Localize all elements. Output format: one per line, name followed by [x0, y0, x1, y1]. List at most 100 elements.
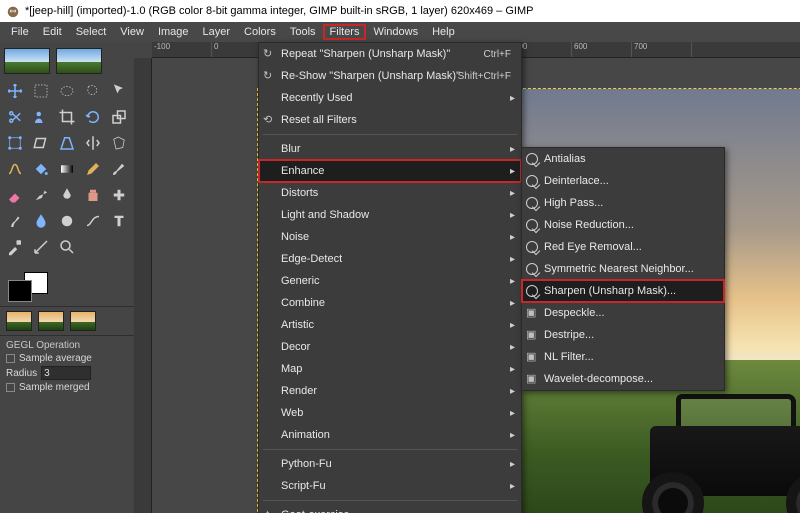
mi-noise[interactable]: Noise▸ [259, 226, 521, 248]
mi-despeckle[interactable]: ▣Despeckle... [522, 302, 724, 324]
menu-edit[interactable]: Edit [36, 24, 69, 40]
mi-destripe[interactable]: ▣Destripe... [522, 324, 724, 346]
paintbrush-icon[interactable] [106, 156, 132, 182]
scale-icon[interactable] [106, 104, 132, 130]
bucket-icon[interactable] [28, 156, 54, 182]
cage-icon[interactable] [106, 130, 132, 156]
text-icon[interactable] [106, 208, 132, 234]
fuzzy-select-icon[interactable] [106, 78, 132, 104]
mi-deinterlace[interactable]: Deinterlace... [522, 170, 724, 192]
mi-blur[interactable]: Blur▸ [259, 138, 521, 160]
mi-decor[interactable]: Decor▸ [259, 336, 521, 358]
gimp-logo-icon [6, 4, 20, 18]
filters-menu[interactable]: ↻Repeat "Sharpen (Unsharp Mask)"Ctrl+F ↻… [258, 42, 522, 513]
mi-enhance[interactable]: Enhance▸ [259, 160, 521, 182]
mi-reset[interactable]: ⟲Reset all Filters [259, 109, 521, 131]
tool-options-header: GEGL Operation [6, 340, 128, 351]
mi-label: Despeckle... [544, 307, 605, 319]
mi-label: Python-Fu [281, 458, 332, 470]
menu-file[interactable]: File [4, 24, 36, 40]
menu-tools[interactable]: Tools [283, 24, 323, 40]
color-picker-icon[interactable] [2, 234, 28, 260]
mi-distorts[interactable]: Distorts▸ [259, 182, 521, 204]
scissors-icon[interactable] [2, 104, 28, 130]
mi-scriptfu[interactable]: Script-Fu▸ [259, 475, 521, 497]
preview-thumb-3[interactable] [70, 311, 96, 331]
ruler-tick: -100 [152, 42, 212, 57]
ink-icon[interactable] [54, 182, 80, 208]
mi-animation[interactable]: Animation▸ [259, 424, 521, 446]
mi-reshow[interactable]: ↻Re-Show "Sharpen (Unsharp Mask)"Shift+C… [259, 65, 521, 87]
thumbnail-1[interactable] [4, 48, 50, 74]
heal-icon[interactable] [106, 182, 132, 208]
dodge-icon[interactable] [54, 208, 80, 234]
plugin-icon: ▣ [526, 328, 540, 342]
mi-artistic[interactable]: Artistic▸ [259, 314, 521, 336]
mi-antialias[interactable]: Antialias [522, 148, 724, 170]
free-select-icon[interactable] [80, 78, 106, 104]
sample-merged-checkbox[interactable] [6, 383, 15, 392]
menu-view[interactable]: View [113, 24, 151, 40]
smudge-icon[interactable] [2, 208, 28, 234]
perspective-icon[interactable] [54, 130, 80, 156]
pencil-icon[interactable] [80, 156, 106, 182]
path-icon[interactable] [80, 208, 106, 234]
bg-color-swatch[interactable] [8, 280, 32, 302]
gegl-icon [526, 218, 540, 232]
mi-goat[interactable]: ✦Goat-exercise [259, 504, 521, 513]
mi-label: Noise Reduction... [544, 219, 634, 231]
mi-recent[interactable]: Recently Used▸ [259, 87, 521, 109]
menu-help[interactable]: Help [425, 24, 462, 40]
gradient-icon[interactable] [54, 156, 80, 182]
airbrush-icon[interactable] [28, 182, 54, 208]
menu-select[interactable]: Select [69, 24, 114, 40]
color-swatches[interactable] [0, 262, 134, 306]
mi-light[interactable]: Light and Shadow▸ [259, 204, 521, 226]
mi-snn[interactable]: Symmetric Nearest Neighbor... [522, 258, 724, 280]
blur-icon[interactable] [28, 208, 54, 234]
preview-thumb-1[interactable] [6, 311, 32, 331]
mi-red-eye[interactable]: Red Eye Removal... [522, 236, 724, 258]
tool-options: GEGL Operation Sample average Radius Sam… [0, 336, 134, 399]
mi-combine[interactable]: Combine▸ [259, 292, 521, 314]
mi-pythonfu[interactable]: Python-Fu▸ [259, 453, 521, 475]
mi-nlfilter[interactable]: ▣NL Filter... [522, 346, 724, 368]
mi-noise-reduction[interactable]: Noise Reduction... [522, 214, 724, 236]
sample-average-checkbox[interactable] [6, 354, 15, 363]
foreground-select-icon[interactable] [28, 104, 54, 130]
mi-wavelet[interactable]: ▣Wavelet-decompose... [522, 368, 724, 390]
shear-icon[interactable] [28, 130, 54, 156]
mi-edge[interactable]: Edge-Detect▸ [259, 248, 521, 270]
rotate-icon[interactable] [80, 104, 106, 130]
menu-layer[interactable]: Layer [196, 24, 238, 40]
mi-sharpen-unsharp[interactable]: Sharpen (Unsharp Mask)... [522, 280, 724, 302]
menu-colors[interactable]: Colors [237, 24, 283, 40]
mi-generic[interactable]: Generic▸ [259, 270, 521, 292]
mi-highpass[interactable]: High Pass... [522, 192, 724, 214]
mi-map[interactable]: Map▸ [259, 358, 521, 380]
mi-label: Deinterlace... [544, 175, 609, 187]
thumbnail-2-selected[interactable] [56, 48, 102, 74]
flip-icon[interactable] [80, 130, 106, 156]
zoom-icon[interactable] [54, 234, 80, 260]
crop-icon[interactable] [54, 104, 80, 130]
menu-filters[interactable]: Filters [323, 24, 367, 40]
warp-icon[interactable] [2, 156, 28, 182]
mi-accel: Ctrl+F [484, 49, 512, 60]
clone-icon[interactable] [80, 182, 106, 208]
radius-input[interactable] [41, 366, 91, 380]
menubar[interactable]: File Edit Select View Image Layer Colors… [0, 22, 800, 42]
move-tool-icon[interactable] [2, 78, 28, 104]
preview-thumb-2[interactable] [38, 311, 64, 331]
unified-transform-icon[interactable] [2, 130, 28, 156]
mi-render[interactable]: Render▸ [259, 380, 521, 402]
ellipse-select-icon[interactable] [54, 78, 80, 104]
measure-icon[interactable] [28, 234, 54, 260]
menu-windows[interactable]: Windows [366, 24, 425, 40]
mi-repeat[interactable]: ↻Repeat "Sharpen (Unsharp Mask)"Ctrl+F [259, 43, 521, 65]
rect-select-icon[interactable] [28, 78, 54, 104]
eraser-icon[interactable] [2, 182, 28, 208]
menu-image[interactable]: Image [151, 24, 196, 40]
mi-web[interactable]: Web▸ [259, 402, 521, 424]
enhance-submenu[interactable]: Antialias Deinterlace... High Pass... No… [521, 147, 725, 391]
